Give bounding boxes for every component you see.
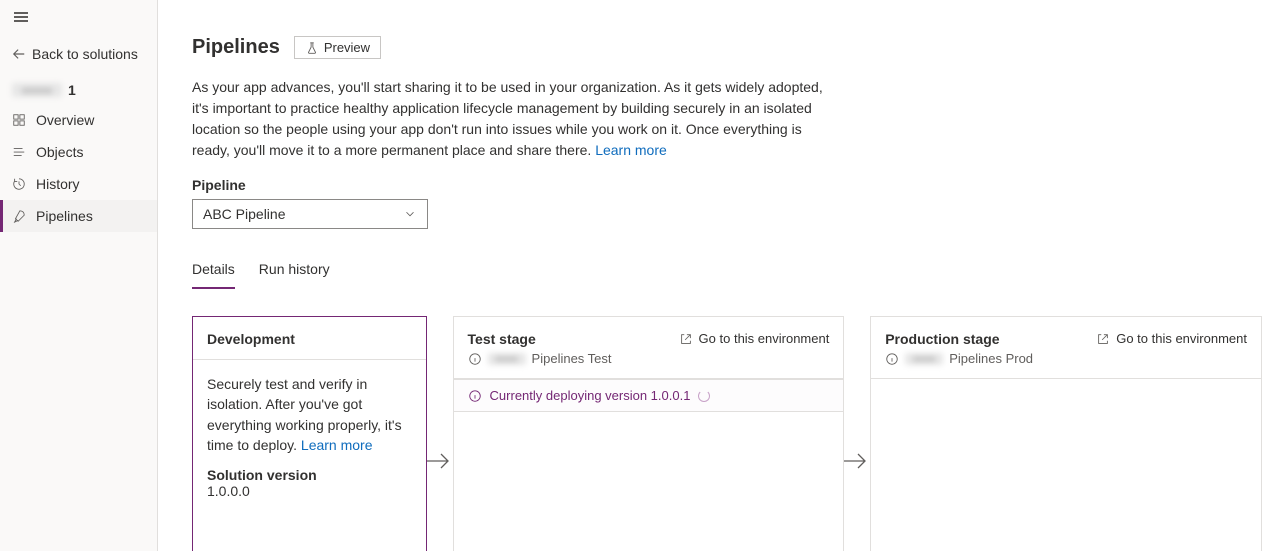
menu-toggle[interactable] xyxy=(0,0,157,34)
info-icon xyxy=(468,352,482,366)
env-name-blurred: xxxx xyxy=(905,353,943,365)
env-name: Pipelines Prod xyxy=(949,351,1033,366)
solution-version-label: Solution version xyxy=(207,467,412,483)
open-icon xyxy=(1096,332,1110,346)
info-icon xyxy=(468,389,482,403)
chevron-down-icon xyxy=(403,207,417,221)
tab-run-history[interactable]: Run history xyxy=(259,257,330,289)
nav-overview[interactable]: Overview xyxy=(0,104,157,136)
env-name-blurred: xxxx xyxy=(488,353,526,365)
pipeline-field-label: Pipeline xyxy=(192,177,1262,193)
back-to-solutions[interactable]: Back to solutions xyxy=(0,34,157,76)
goto-env-label: Go to this environment xyxy=(699,331,830,346)
stage-card-production: Production stage xxxx Pipelines Prod Go … xyxy=(870,316,1262,551)
pipeline-select[interactable]: ABC Pipeline xyxy=(192,199,428,229)
rocket-icon xyxy=(12,209,26,223)
preview-label: Preview xyxy=(324,40,370,55)
nav-item-label: Objects xyxy=(36,144,83,160)
stage-development-title: Development xyxy=(207,331,412,347)
stage-prod-title: Production stage xyxy=(885,331,1033,347)
stage-arrow xyxy=(427,316,453,551)
main-content: Pipelines Preview As your app advances, … xyxy=(158,0,1262,551)
stage-arrow xyxy=(844,316,870,551)
goto-prod-environment[interactable]: Go to this environment xyxy=(1096,331,1247,346)
stage-dev-learn-more[interactable]: Learn more xyxy=(301,437,373,453)
stages: Development Securely test and verify in … xyxy=(192,316,1262,551)
solution-name-suffix: 1 xyxy=(68,82,76,98)
goto-test-environment[interactable]: Go to this environment xyxy=(679,331,830,346)
description: As your app advances, you'll start shari… xyxy=(192,77,832,161)
beaker-icon xyxy=(305,41,319,55)
nav-item-label: History xyxy=(36,176,80,192)
nav-history[interactable]: History xyxy=(0,168,157,200)
arrow-left-icon xyxy=(12,47,26,61)
solution-version-value: 1.0.0.0 xyxy=(207,483,412,499)
sidebar: Back to solutions xxxxx 1 Overview Objec… xyxy=(0,0,158,551)
spinner-icon xyxy=(698,390,710,402)
deployment-status-text: Currently deploying version 1.0.0.1 xyxy=(490,388,691,403)
info-icon xyxy=(885,352,899,366)
preview-badge[interactable]: Preview xyxy=(294,36,381,59)
open-icon xyxy=(679,332,693,346)
goto-env-label: Go to this environment xyxy=(1116,331,1247,346)
nav-objects[interactable]: Objects xyxy=(0,136,157,168)
stage-test-title: Test stage xyxy=(468,331,612,347)
description-text: As your app advances, you'll start shari… xyxy=(192,79,823,158)
stage-card-development: Development Securely test and verify in … xyxy=(192,316,427,551)
tab-details[interactable]: Details xyxy=(192,257,235,289)
deployment-status: Currently deploying version 1.0.0.1 xyxy=(454,379,844,412)
page-title: Pipelines xyxy=(192,36,280,59)
nav-item-label: Overview xyxy=(36,112,94,128)
learn-more-link[interactable]: Learn more xyxy=(595,142,667,158)
solution-name: xxxxx 1 xyxy=(0,76,157,104)
tabs: Details Run history xyxy=(192,257,1262,290)
nav-pipelines[interactable]: Pipelines xyxy=(0,200,157,232)
tree-icon xyxy=(12,145,26,159)
history-icon xyxy=(12,177,26,191)
grid-icon xyxy=(12,113,26,127)
env-name: Pipelines Test xyxy=(532,351,612,366)
nav-item-label: Pipelines xyxy=(36,208,93,224)
back-label: Back to solutions xyxy=(32,46,138,62)
solution-name-blurred: xxxxx xyxy=(12,83,62,97)
pipeline-select-value: ABC Pipeline xyxy=(203,206,286,222)
stage-card-test: Test stage xxxx Pipelines Test Go to thi… xyxy=(453,316,845,551)
